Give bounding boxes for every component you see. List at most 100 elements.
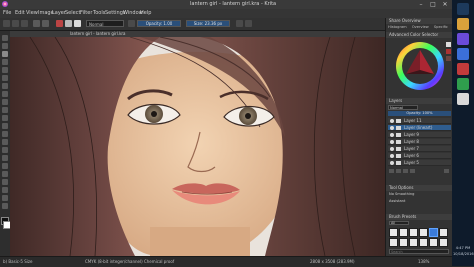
transform-tool-icon[interactable] [2,107,8,113]
pattern-icon[interactable] [65,20,72,27]
visibility-icon[interactable] [390,133,394,137]
ellipse-tool-icon[interactable] [2,75,8,81]
size-slider[interactable]: Size: 23.36 px [186,20,230,27]
layer-row[interactable]: Layer 8 [388,139,451,145]
visibility-icon[interactable] [390,119,394,123]
mirror-horizontal-icon[interactable] [236,20,243,27]
polygon-tool-icon[interactable] [2,83,8,89]
taskbar-app-icon[interactable] [457,63,469,75]
brush-preset[interactable] [409,238,418,247]
krita-taskbar-icon[interactable] [457,33,469,45]
rectangle-tool-icon[interactable] [2,67,8,73]
maximize-button[interactable]: □ [428,1,438,8]
blend-mode-select[interactable]: Normal [86,20,124,27]
freehand-select-icon[interactable] [2,187,8,193]
pan-tool-icon[interactable] [2,203,8,209]
menu-tools[interactable]: Tools [93,10,105,16]
save-icon[interactable] [21,20,28,27]
brush-preset[interactable] [389,228,398,237]
smoothing-select[interactable]: No Smoothing [389,192,414,196]
menu-help[interactable]: Help [140,10,151,16]
tab-histogram[interactable]: Histogram [388,25,407,29]
visibility-icon[interactable] [390,147,394,151]
menu-edit[interactable]: Edit [15,10,25,16]
minimize-button[interactable]: – [416,1,426,8]
rect-select-icon[interactable] [2,171,8,177]
layer-row[interactable]: Layer 6 [388,153,451,159]
tab-specific[interactable]: Specific [434,25,448,29]
move-tool-icon[interactable] [2,115,8,121]
brush-preset[interactable] [399,238,408,247]
crop-tool-icon[interactable] [2,123,8,129]
text-tool-icon[interactable] [2,43,8,49]
add-layer-icon[interactable] [389,169,394,173]
opacity-slider[interactable]: Opacity: 1.00 [137,20,181,27]
taskbar-app-icon[interactable] [457,48,469,60]
canvas[interactable] [10,37,385,256]
brush-preset[interactable] [409,228,418,237]
color-wheel[interactable] [394,40,446,92]
select-shapes-tool-icon[interactable] [2,35,8,41]
duplicate-layer-icon[interactable] [396,169,401,173]
brush-preset[interactable] [439,228,448,237]
layer-row[interactable]: Layer 11 [388,118,451,124]
eraser-mode-icon[interactable] [128,20,135,27]
chrome-icon[interactable] [457,78,469,90]
color-swatch-1[interactable] [446,42,451,47]
color-picker-icon[interactable] [2,139,8,145]
move-layer-up-icon[interactable] [403,169,408,173]
color-swatch-2[interactable] [446,49,451,54]
new-document-icon[interactable] [3,20,10,27]
layer-row[interactable]: Layer 5 [388,160,451,166]
brush-preset[interactable] [439,238,448,247]
undo-icon[interactable] [33,20,40,27]
windows-start-icon[interactable] [457,3,469,15]
gradient-tool-icon[interactable] [2,131,8,137]
gradient-icon[interactable] [56,20,63,27]
layer-blend-mode[interactable]: Normal [388,105,418,110]
visibility-icon[interactable] [390,126,394,130]
brush-preset[interactable] [429,238,438,247]
visibility-icon[interactable] [390,140,394,144]
color-swatch-3[interactable] [446,56,451,61]
visibility-icon[interactable] [390,161,394,165]
move-layer-down-icon[interactable] [410,169,415,173]
visibility-icon[interactable] [390,154,394,158]
brush-tool-icon[interactable] [2,51,8,57]
menu-view[interactable]: View [26,10,38,16]
measure-tool-icon[interactable] [2,163,8,169]
bezier-tool-icon[interactable] [2,91,8,97]
brush-preset[interactable] [419,238,428,247]
brush-preset-icon[interactable] [74,20,81,27]
brush-preset[interactable] [399,228,408,237]
layer-opacity-slider[interactable]: Opacity: 100% [388,111,451,116]
line-tool-icon[interactable] [2,59,8,65]
layer-row[interactable]: Layer 7 [388,146,451,152]
status-zoom[interactable]: 138% [418,259,429,264]
preset-search-input[interactable] [389,249,449,254]
menu-filter[interactable]: Filter [80,10,92,16]
open-document-icon[interactable] [12,20,19,27]
brush-preset[interactable] [389,238,398,247]
zoom-tool-icon[interactable] [2,195,8,201]
taskbar-app-icon[interactable] [457,93,469,105]
tab-overview[interactable]: Overview [412,25,429,29]
freehand-path-icon[interactable] [2,99,8,105]
layer-row[interactable]: Layer 9 [388,132,451,138]
assistant-tool-icon[interactable] [2,155,8,161]
close-button[interactable]: ✕ [440,1,450,8]
brush-preset[interactable] [429,228,438,237]
ellipse-select-icon[interactable] [2,179,8,185]
brush-preset[interactable] [419,228,428,237]
delete-layer-icon[interactable] [444,169,449,173]
menu-layer[interactable]: Layer [52,10,66,16]
fill-tool-icon[interactable] [2,147,8,153]
preset-tag-select[interactable]: All [389,221,409,225]
assistant-checkbox[interactable]: Assistant [389,199,405,203]
layer-row[interactable]: Layer (lineart) [388,125,451,131]
menu-file[interactable]: File [3,10,11,16]
redo-icon[interactable] [42,20,49,27]
menu-select[interactable]: Select [65,10,80,16]
mirror-vertical-icon[interactable] [245,20,252,27]
file-explorer-icon[interactable] [457,18,469,30]
